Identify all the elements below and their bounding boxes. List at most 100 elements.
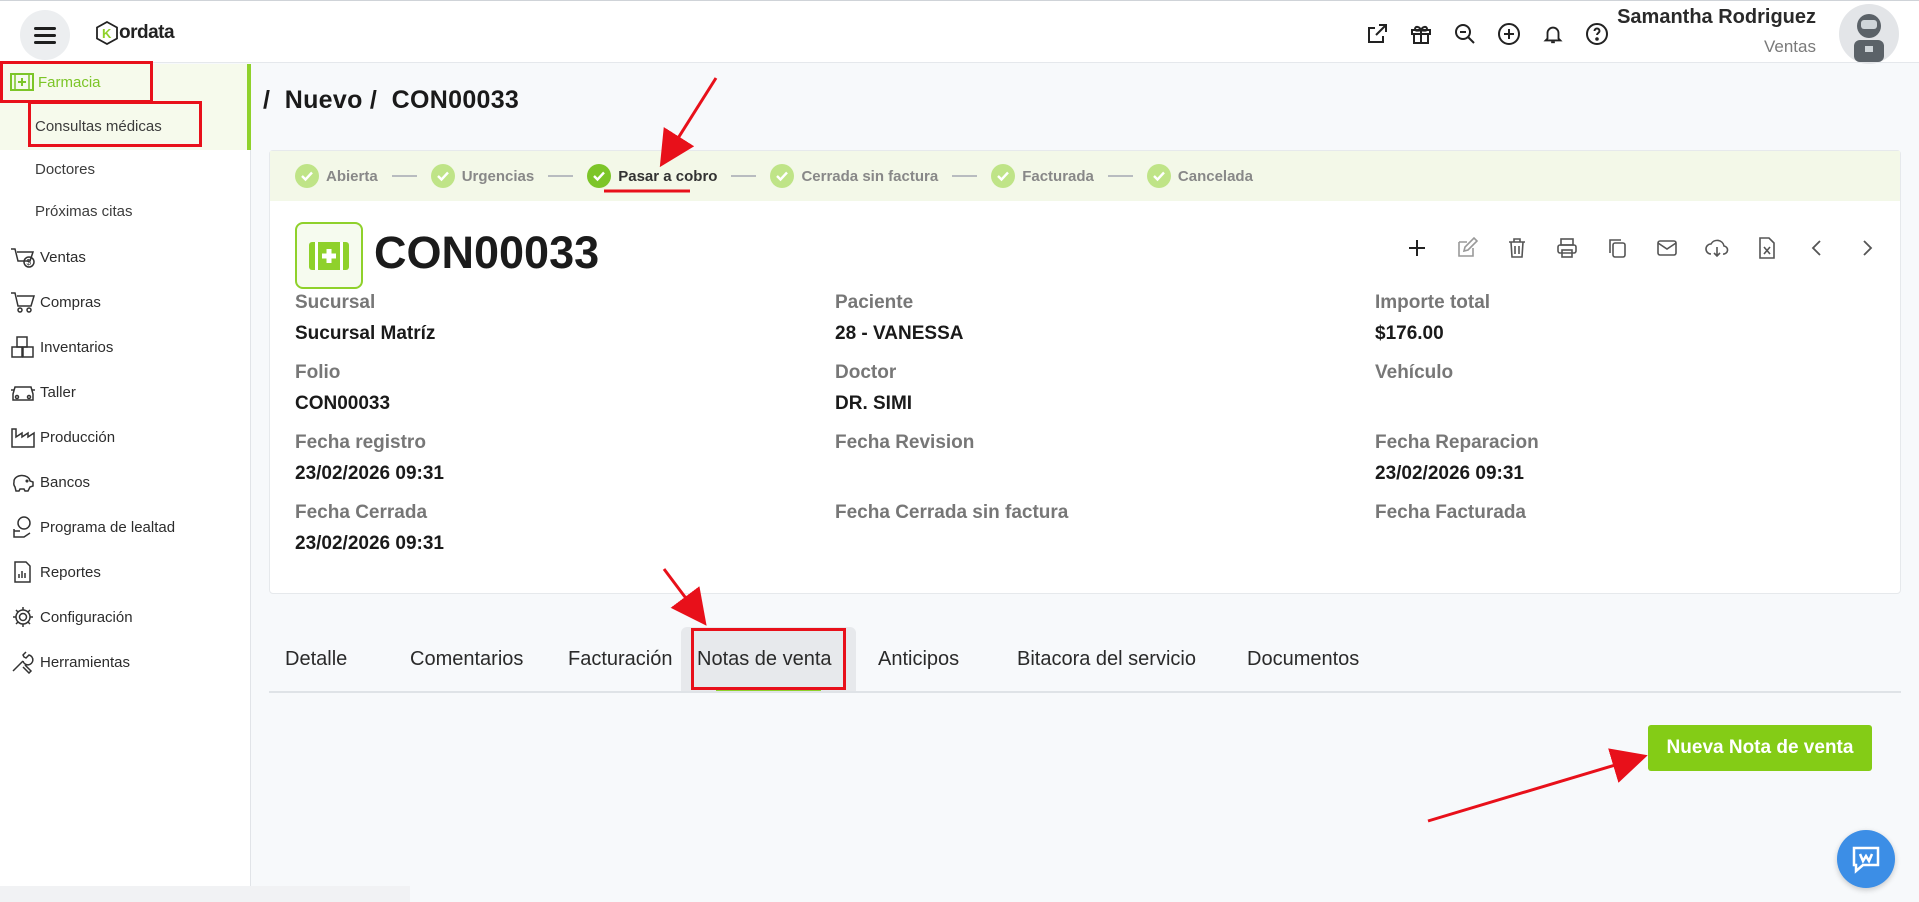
step-abierta[interactable]: Abierta — [295, 164, 378, 188]
field-value-fecha-registro: 23/02/2026 09:31 — [295, 463, 444, 484]
step-separator — [391, 175, 417, 177]
print-icon[interactable] — [1552, 233, 1582, 263]
sidebar-subitem-doctores[interactable]: Doctores — [35, 161, 95, 178]
piggy-bank-icon — [13, 474, 34, 492]
menu-toggle-button[interactable] — [20, 10, 70, 60]
logo-hex-icon: K — [96, 21, 118, 45]
breadcrumb-item[interactable]: Nuevo — [285, 86, 363, 114]
step-facturada[interactable]: Facturada — [991, 164, 1094, 188]
field-value-fecha-cerrada: 23/02/2026 09:31 — [295, 533, 444, 554]
sidebar-item-label: Reportes — [40, 563, 101, 581]
plus-circle-icon[interactable] — [1494, 19, 1524, 49]
step-separator — [952, 175, 978, 177]
field-value-doctor: DR. SIMI — [835, 393, 913, 414]
svg-text:$: $ — [27, 258, 32, 267]
field-label-fecha-cerrada: Fecha Cerrada — [295, 502, 428, 523]
tab-facturacion[interactable]: Facturación — [552, 627, 689, 691]
check-icon — [295, 164, 319, 188]
step-label: Pasar a cobro — [618, 167, 718, 185]
field-label-fecha-revision: Fecha Revision — [835, 432, 975, 453]
field-label-doctor: Doctor — [835, 362, 897, 383]
add-icon[interactable] — [1402, 233, 1432, 263]
sidebar-item-herramientas[interactable]: Herramientas — [10, 650, 130, 674]
app-logo[interactable]: K ordata — [96, 21, 175, 45]
search-zoom-icon[interactable] — [1450, 19, 1480, 49]
edit-icon[interactable] — [1452, 233, 1482, 263]
step-pasar-a-cobro[interactable]: Pasar a cobro — [587, 164, 717, 188]
annotation-box-notas-de-venta — [691, 628, 846, 690]
tools-icon — [12, 651, 34, 674]
sidebar-subitem-proximas-citas[interactable]: Próximas citas — [35, 203, 133, 220]
record-card: Abierta Urgencias Pasar a cobro Cerrada … — [269, 150, 1901, 594]
status-stepper: Abierta Urgencias Pasar a cobro Cerrada … — [270, 151, 1900, 201]
annotation-box-farmacia — [0, 61, 153, 103]
tab-comentarios[interactable]: Comentarios — [394, 627, 539, 691]
email-icon[interactable] — [1652, 233, 1682, 263]
prev-icon[interactable] — [1802, 233, 1832, 263]
step-cancelada[interactable]: Cancelada — [1146, 164, 1253, 188]
breadcrumb-separator: / — [263, 86, 271, 114]
avatar[interactable] — [1839, 4, 1899, 64]
sidebar-item-programa-lealtad[interactable]: Programa de lealtad — [10, 515, 175, 539]
sidebar-item-configuracion[interactable]: Configuración — [10, 605, 133, 629]
field-value-folio: CON00033 — [295, 393, 391, 414]
step-cerrada-sin-factura[interactable]: Cerrada sin factura — [770, 164, 938, 188]
sidebar-item-label: Bancos — [40, 473, 91, 491]
sidebar-item-reportes[interactable]: Reportes — [10, 560, 101, 584]
logo-text: ordata — [119, 22, 175, 43]
sidebar-item-label: Taller — [40, 383, 76, 401]
sidebar-item-compras[interactable]: Compras — [10, 290, 101, 314]
copy-icon[interactable] — [1602, 233, 1632, 263]
field-label-paciente: Paciente — [835, 292, 914, 313]
hamburger-icon — [34, 25, 56, 46]
field-label-sucursal: Sucursal — [295, 292, 376, 313]
sidebar-item-label: Compras — [40, 293, 101, 311]
cart-icon — [11, 292, 36, 313]
sidebar-item-inventarios[interactable]: Inventarios — [10, 335, 113, 359]
field-value-importe-total: $176.00 — [1375, 323, 1444, 344]
bell-icon[interactable] — [1538, 19, 1568, 49]
annotation-arrow-button — [1427, 748, 1648, 823]
check-icon — [587, 164, 612, 188]
sidebar-item-produccion[interactable]: Producción — [10, 425, 115, 449]
annotation-box-consultas — [28, 101, 202, 147]
next-icon[interactable] — [1852, 233, 1882, 263]
gift-icon[interactable] — [1406, 19, 1436, 49]
help-icon[interactable] — [1582, 19, 1612, 49]
breadcrumb-current: CON00033 — [391, 86, 520, 114]
sidebar-item-ventas[interactable]: $ Ventas — [10, 245, 86, 269]
step-urgencias[interactable]: Urgencias — [430, 164, 535, 188]
chat-icon — [1852, 846, 1880, 874]
top-icons — [1362, 19, 1612, 49]
step-label: Abierta — [326, 167, 378, 185]
sidebar: Farmacia Consultas médicas Doctores Próx… — [0, 64, 251, 902]
external-link-icon[interactable] — [1362, 19, 1392, 49]
check-icon — [770, 164, 795, 188]
excel-icon[interactable] — [1752, 233, 1782, 263]
step-label: Urgencias — [461, 167, 535, 185]
check-icon — [991, 164, 1016, 188]
download-icon[interactable] — [1702, 233, 1732, 263]
record-actions — [1402, 233, 1882, 263]
tab-detalle[interactable]: Detalle — [269, 627, 363, 691]
field-value-paciente: 28 - VANESSA — [835, 323, 964, 344]
sidebar-item-bancos[interactable]: Bancos — [10, 470, 90, 494]
delete-icon[interactable] — [1502, 233, 1532, 263]
car-icon — [11, 386, 35, 401]
tab-documentos[interactable]: Documentos — [1231, 627, 1375, 691]
chat-support-button[interactable] — [1837, 830, 1895, 888]
user-info[interactable]: Samantha Rodriguez Ventas — [1617, 6, 1816, 57]
field-label-fecha-facturada: Fecha Facturada — [1375, 502, 1526, 523]
new-sales-note-button[interactable]: Nueva Nota de venta — [1648, 725, 1872, 771]
step-label: Cancelada — [1177, 167, 1253, 185]
tab-bitacora-servicio[interactable]: Bitacora del servicio — [1001, 627, 1212, 691]
field-label-fecha-cerrada-sin-factura: Fecha Cerrada sin factura — [835, 502, 1069, 523]
user-role: Ventas — [1764, 37, 1816, 56]
field-label-fecha-registro: Fecha registro — [295, 432, 426, 453]
top-bar: K ordata Samantha Rodriguez Ventas — [0, 0, 1919, 64]
sidebar-item-label: Inventarios — [40, 338, 114, 356]
field-value-fecha-reparacion: 23/02/2026 09:31 — [1375, 463, 1524, 484]
tab-anticipos[interactable]: Anticipos — [862, 627, 975, 691]
step-separator — [1107, 175, 1133, 177]
sidebar-item-taller[interactable]: Taller — [10, 380, 76, 404]
